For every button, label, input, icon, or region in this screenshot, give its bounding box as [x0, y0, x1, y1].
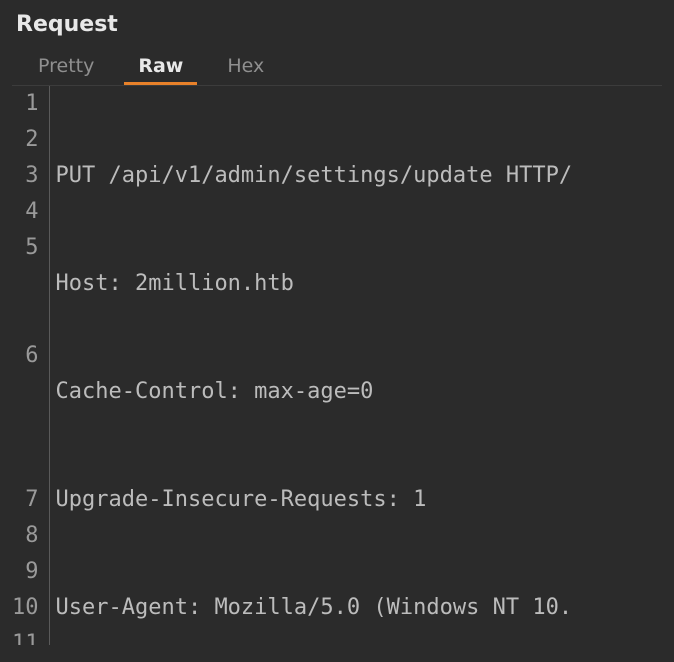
tab-pretty[interactable]: Pretty	[16, 51, 116, 85]
code-line: Upgrade-Insecure-Requests: 1	[56, 482, 573, 518]
code-line: Host: 2million.htb	[56, 266, 573, 302]
code-line: Cache-Control: max-age=0	[56, 374, 573, 410]
gutter: 1 2 3 4 5 6 7 8 9 10 11	[12, 86, 50, 645]
editor[interactable]: 1 2 3 4 5 6 7 8 9 10 11 PUT /api/v1/admi…	[12, 85, 662, 645]
request-panel: Request Pretty Raw Hex 1 2 3 4 5 6 7 8 9…	[0, 0, 674, 645]
tab-raw[interactable]: Raw	[116, 51, 205, 85]
code-line: User-Agent: Mozilla/5.0 (Windows NT 10.	[56, 590, 573, 626]
tab-hex[interactable]: Hex	[205, 51, 286, 85]
code-line: PUT /api/v1/admin/settings/update HTTP/	[56, 158, 573, 194]
panel-title: Request	[12, 10, 662, 51]
view-tabs: Pretty Raw Hex	[12, 51, 662, 85]
code-area[interactable]: PUT /api/v1/admin/settings/update HTTP/ …	[50, 86, 573, 645]
